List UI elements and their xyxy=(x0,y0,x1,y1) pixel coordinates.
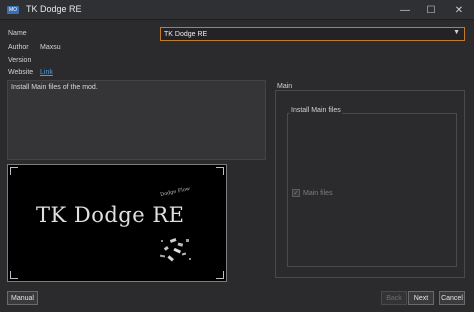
version-label: Version xyxy=(8,57,32,64)
mod-image: TK Dodge RE Dodge Flow xyxy=(7,164,227,282)
check-icon: ✓ xyxy=(292,189,300,197)
app-icon: MO xyxy=(7,6,19,14)
frame-corner-ornament xyxy=(216,167,224,175)
next-button[interactable]: Next xyxy=(408,291,434,305)
install-group-title: Install Main files xyxy=(290,107,342,114)
maximize-button[interactable]: ☐ xyxy=(418,0,444,20)
description-box: Install Main files of the mod. xyxy=(7,80,266,160)
name-dropdown-value: TK Dodge RE xyxy=(164,30,208,38)
chevron-down-icon: ▼ xyxy=(453,29,460,36)
manual-button[interactable]: Manual xyxy=(7,291,38,305)
name-dropdown[interactable]: TK Dodge RE ▼ xyxy=(160,27,465,41)
title-bar: MO TK Dodge RE — ☐ ✕ xyxy=(0,0,474,20)
mod-logo-text: TK Dodge RE xyxy=(36,203,185,227)
frame-corner-ornament xyxy=(10,167,18,175)
main-group-title: Main xyxy=(276,83,294,90)
option-main-files[interactable]: ✓ Main files xyxy=(292,189,333,197)
name-label: Name xyxy=(8,30,27,37)
window-title: TK Dodge RE xyxy=(26,4,82,14)
minimize-button[interactable]: — xyxy=(392,0,418,20)
dodge-graphic xyxy=(159,238,191,262)
cancel-button[interactable]: Cancel xyxy=(439,291,465,305)
description-text: Install Main files of the mod. xyxy=(11,84,98,91)
author-value: Maxsu xyxy=(40,44,61,51)
mod-logo-subtext: Dodge Flow xyxy=(159,185,191,199)
frame-corner-ornament xyxy=(10,271,18,279)
close-button[interactable]: ✕ xyxy=(446,0,472,20)
website-label: Website xyxy=(8,69,34,76)
option-label: Main files xyxy=(303,189,333,197)
frame-corner-ornament xyxy=(216,271,224,279)
author-label: Author xyxy=(8,44,29,51)
back-button[interactable]: Back xyxy=(381,291,407,305)
website-link[interactable]: Link xyxy=(40,69,53,76)
